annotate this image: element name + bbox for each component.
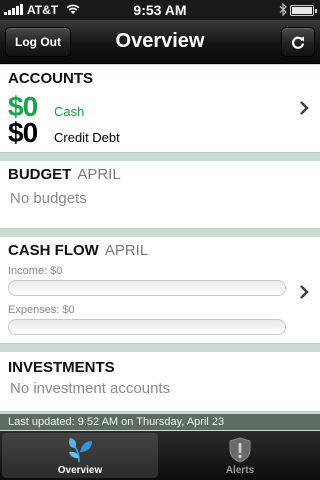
budget-title: BUDGET APRIL [8, 166, 121, 183]
expenses-label: Expenses: $0 [8, 304, 75, 316]
navigation-bar: Log Out Overview [0, 20, 320, 64]
investments-title: INVESTMENTS [8, 359, 115, 376]
alert-shield-icon [229, 437, 251, 463]
tab-alerts[interactable]: Alerts [162, 433, 318, 478]
budget-title-text: BUDGET [8, 166, 72, 183]
credit-debt-row: $0 Credit Debt [8, 117, 120, 149]
credit-debt-amount: $0 [8, 117, 38, 148]
chevron-right-icon [300, 101, 309, 115]
tab-bar: Overview Alerts [0, 431, 320, 480]
leaf-icon [69, 438, 92, 463]
no-budgets-text: No budgets [10, 190, 87, 207]
chevron-right-icon [300, 285, 309, 299]
refresh-icon [292, 36, 305, 49]
credit-debt-label: Credit Debt [54, 130, 120, 145]
status-bar: AT&T 9:53 AM [0, 0, 320, 20]
tab-alerts-label: Alerts [225, 465, 255, 476]
tab-overview[interactable]: Overview [2, 433, 158, 478]
bluetooth-icon [279, 3, 287, 16]
last-updated-text: Last updated: 9:52 AM on Thursday, April… [0, 414, 320, 430]
cash-flow-panel[interactable]: CASH FLOW APRIL Income: $0 Expenses: $0 [0, 237, 320, 344]
income-progress-bar [8, 280, 286, 296]
budget-panel[interactable]: BUDGET APRIL No budgets [0, 161, 320, 229]
accounts-title: ACCOUNTS [8, 70, 93, 87]
no-investments-text: No investment accounts [10, 380, 171, 397]
cash-flow-title-text: CASH FLOW [8, 242, 99, 259]
tab-overview-label: Overview [57, 465, 103, 476]
expenses-progress-bar [8, 319, 286, 335]
page-title: Overview [115, 30, 205, 52]
cash-flow-title: CASH FLOW APRIL [8, 242, 148, 259]
status-time: 9:53 AM [133, 2, 187, 18]
budget-month: APRIL [77, 166, 121, 183]
income-label: Income: $0 [8, 265, 63, 277]
investments-panel[interactable]: INVESTMENTS No investment accounts [0, 352, 320, 412]
refresh-button[interactable] [281, 27, 315, 57]
accounts-panel[interactable]: ACCOUNTS $0 Cash $0 Credit Debt [0, 65, 320, 153]
cash-flow-month: APRIL [104, 242, 149, 259]
battery-icon [290, 5, 317, 16]
